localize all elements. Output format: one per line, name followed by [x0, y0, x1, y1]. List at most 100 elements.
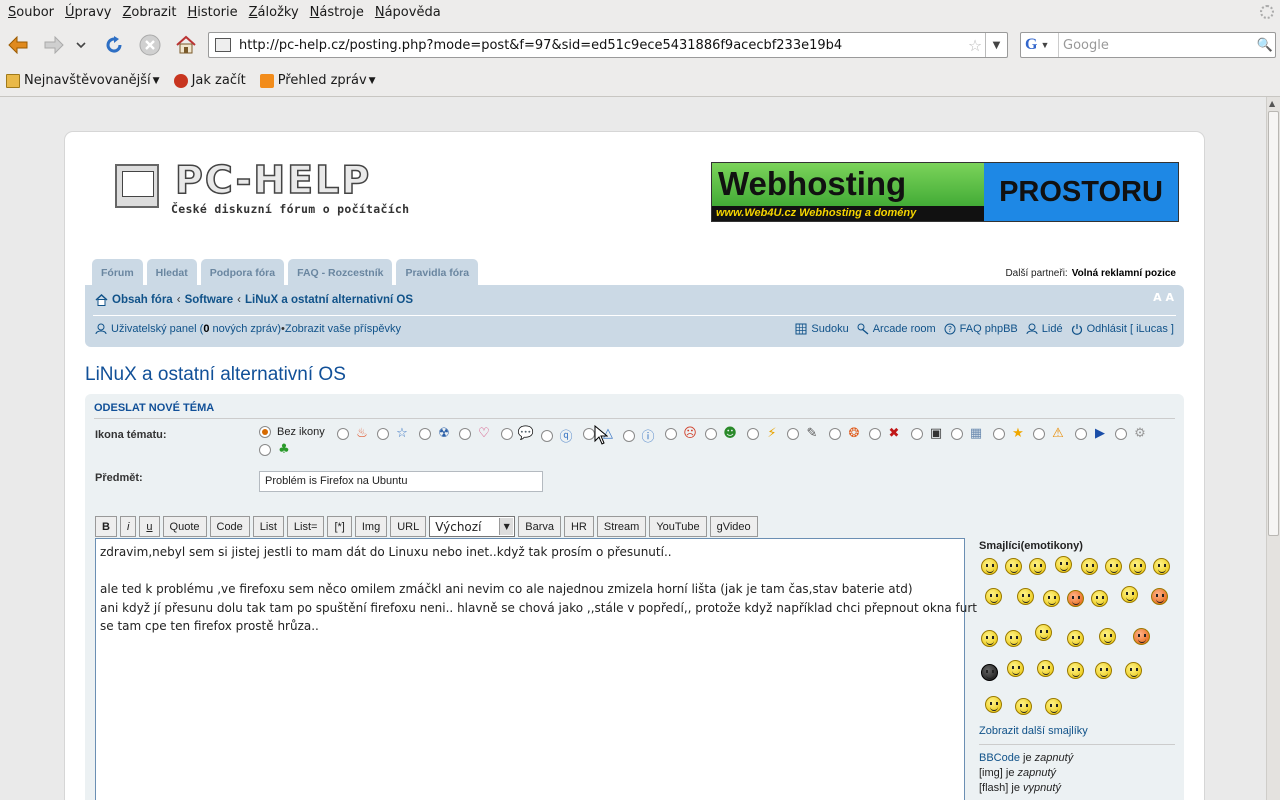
smiley-icon[interactable]	[1035, 624, 1052, 641]
tab-support[interactable]: Podpora fóra	[200, 259, 285, 286]
history-dropdown-button[interactable]	[72, 33, 90, 57]
more-smilies-link[interactable]: Zobrazit další smajlíky	[979, 725, 1088, 737]
bookmark-getting-started[interactable]: Jak začít	[173, 73, 246, 88]
breadcrumb-index[interactable]: Obsah fóra	[112, 294, 173, 306]
search-engine-icon[interactable]: G ▼	[1021, 33, 1059, 57]
font-size-toggle[interactable]: A A	[1153, 291, 1174, 304]
search-bar[interactable]: G ▼ Google 🔍	[1020, 32, 1276, 58]
home-button[interactable]	[174, 33, 198, 57]
smiley-icon[interactable]	[1129, 558, 1146, 575]
stop-button[interactable]	[138, 33, 162, 57]
list-button[interactable]: List	[252, 516, 284, 537]
smiley-icon[interactable]	[1037, 660, 1054, 677]
icon-option[interactable]: ☆	[377, 426, 411, 441]
bbcode-link[interactable]: BBCode	[979, 752, 1020, 764]
icon-option[interactable]: ▦	[951, 426, 985, 441]
menu-bookmarks[interactable]: Záložky	[245, 5, 306, 20]
tab-faq[interactable]: FAQ - Rozcestník	[288, 259, 393, 286]
icon-option[interactable]: ✖	[869, 426, 903, 441]
icon-option-none[interactable]: Bez ikony	[259, 426, 325, 438]
icon-option[interactable]: ▶	[1075, 426, 1109, 441]
smiley-icon[interactable]	[1133, 628, 1150, 645]
icon-option[interactable]: ⚠	[1033, 426, 1067, 441]
icon-option[interactable]: ★	[993, 426, 1027, 441]
smiley-icon[interactable]	[985, 588, 1002, 605]
subject-input[interactable]: Problém is Firefox na Ubuntu	[259, 471, 543, 492]
link-arcade[interactable]: Arcade room	[857, 323, 936, 335]
icon-option[interactable]: ☻	[705, 426, 739, 441]
code-button[interactable]: Code	[209, 516, 250, 537]
url-text[interactable]: http://pc-help.cz/posting.php?mode=post&…	[239, 38, 965, 53]
menu-tools[interactable]: Nástroje	[306, 5, 371, 20]
link-sudoku[interactable]: Sudoku	[795, 323, 849, 335]
list-item-button[interactable]: [*]	[327, 516, 352, 537]
site-logo[interactable]: PC-HELP České diskuzní fórum o počítačíc…	[111, 157, 431, 222]
icon-option[interactable]: ▣	[911, 426, 945, 441]
back-button[interactable]	[6, 33, 30, 57]
icon-option[interactable]: ⚙	[1115, 426, 1149, 441]
ordered-list-button[interactable]: List=	[286, 516, 325, 537]
menu-history[interactable]: Historie	[183, 5, 244, 20]
gvideo-button[interactable]: gVideo	[709, 516, 758, 537]
scrollbar-thumb[interactable]	[1268, 111, 1279, 536]
menu-view[interactable]: Zobrazit	[118, 5, 183, 20]
tab-forum[interactable]: Fórum	[92, 259, 143, 286]
icon-option[interactable]: ⓘ	[623, 426, 657, 445]
smiley-icon[interactable]	[1007, 660, 1024, 677]
smiley-icon[interactable]	[1091, 590, 1108, 607]
url-dropdown-button[interactable]: ▼	[985, 33, 1007, 57]
underline-button[interactable]: u	[139, 516, 160, 537]
smiley-icon[interactable]	[1105, 558, 1122, 575]
bookmark-most-visited[interactable]: Nejnavštěvovanější ▼	[6, 73, 160, 88]
hr-button[interactable]: HR	[563, 516, 594, 537]
icon-option[interactable]: ⚡	[747, 426, 781, 441]
ad-banner[interactable]: Webhosting www.Web4U.cz Webhosting a dom…	[711, 162, 1179, 222]
partners-link[interactable]: Volná reklamní pozice	[1072, 268, 1176, 279]
smiley-icon[interactable]	[1151, 588, 1168, 605]
vertical-scrollbar[interactable]: ▲	[1266, 97, 1280, 800]
icon-option[interactable]: ☹	[665, 426, 699, 441]
smiley-icon[interactable]	[981, 558, 998, 575]
menu-file[interactable]: Soubor	[4, 5, 61, 20]
font-size-select[interactable]: Výchozí ▼	[429, 516, 516, 537]
smiley-icon[interactable]	[1067, 662, 1084, 679]
youtube-button[interactable]: YouTube	[649, 516, 707, 537]
message-textarea[interactable]: zdravim,nebyl sem si jistej jestli to ma…	[95, 538, 977, 800]
icon-option[interactable]: ♣	[259, 442, 293, 457]
color-button[interactable]: Barva	[518, 516, 561, 537]
quote-button[interactable]: Quote	[162, 516, 207, 537]
url-bar[interactable]: http://pc-help.cz/posting.php?mode=post&…	[208, 32, 1008, 58]
image-button[interactable]: Img	[354, 516, 388, 537]
link-logout[interactable]: Odhlásit [ iLucas ]	[1071, 323, 1174, 335]
icon-option[interactable]: ⓠ	[541, 426, 575, 445]
smiley-icon[interactable]	[1067, 630, 1084, 647]
smiley-icon[interactable]	[981, 630, 998, 647]
smiley-icon[interactable]	[1029, 558, 1046, 575]
smiley-love-icon[interactable]	[985, 696, 1002, 713]
menu-edit[interactable]: Úpravy	[61, 5, 118, 20]
bookmark-star-icon[interactable]: ☆	[965, 36, 985, 55]
radio-selected[interactable]	[259, 426, 271, 438]
page-title[interactable]: LiNuX a ostatní alternativní OS	[85, 364, 346, 386]
forward-button[interactable]	[42, 33, 66, 57]
smiley-icon[interactable]	[1067, 590, 1084, 607]
reload-button[interactable]	[102, 33, 126, 57]
url-button[interactable]: URL	[390, 516, 427, 537]
bookmark-news-feed[interactable]: Přehled zpráv ▼	[259, 73, 376, 88]
stream-button[interactable]: Stream	[596, 516, 647, 537]
show-posts-link[interactable]: Zobrazit vaše příspěvky	[285, 323, 401, 335]
bomb-icon[interactable]	[981, 664, 998, 681]
smiley-icon[interactable]	[1153, 558, 1170, 575]
bold-button[interactable]: B	[95, 516, 117, 537]
tab-rules[interactable]: Pravidla fóra	[396, 259, 479, 286]
search-icon[interactable]: 🔍	[1255, 38, 1275, 53]
scroll-up-icon[interactable]: ▲	[1269, 99, 1275, 108]
search-input[interactable]: Google	[1059, 38, 1255, 53]
smiley-icon[interactable]	[1099, 628, 1116, 645]
italic-button[interactable]: i	[119, 516, 137, 537]
smiley-icon[interactable]	[1043, 590, 1060, 607]
smiley-icon[interactable]	[1095, 662, 1112, 679]
icon-option[interactable]: 💬	[501, 426, 535, 441]
smiley-icon[interactable]	[1017, 588, 1034, 605]
user-panel-link[interactable]: Uživatelský panel (0 nových zpráv)	[111, 323, 281, 335]
